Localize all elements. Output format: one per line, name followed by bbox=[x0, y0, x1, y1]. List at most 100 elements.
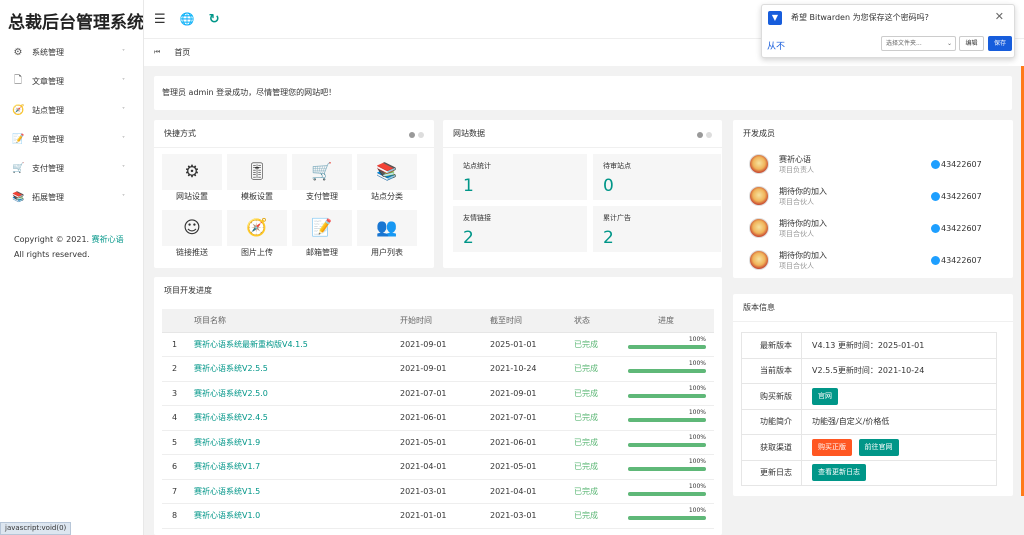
progress-percent: 100% bbox=[688, 482, 706, 490]
col-header-start: 开始时间 bbox=[400, 309, 490, 333]
shortcut-icon: 🛒 bbox=[292, 154, 352, 190]
col-header-name: 项目名称 bbox=[194, 309, 400, 333]
row-end: 2021-07-01 bbox=[490, 405, 574, 431]
never-button[interactable]: 从不 bbox=[767, 39, 785, 52]
shortcut-item[interactable]: 📚 站点分类 bbox=[357, 154, 417, 206]
shortcut-item[interactable]: 🎚 模板设置 bbox=[227, 154, 287, 206]
stat-value: 0 bbox=[603, 176, 614, 196]
chevron-down-icon: ˅ bbox=[122, 49, 125, 56]
carousel-dots[interactable] bbox=[694, 131, 712, 140]
shortcut-icon: 🧭 bbox=[227, 210, 287, 246]
view-changelog-button[interactable]: 查看更新日志 bbox=[812, 464, 866, 482]
stat-value: 1 bbox=[463, 176, 474, 196]
sidebar-item[interactable]: 📝 单页管理 ˅ bbox=[0, 125, 143, 154]
menu-toggle-icon[interactable]: ☰ bbox=[154, 12, 166, 27]
globe-icon[interactable]: 🌐 bbox=[180, 12, 195, 26]
latest-label: 最新版本 bbox=[741, 332, 802, 359]
carousel-dots[interactable] bbox=[406, 131, 424, 140]
row-no: 7 bbox=[162, 479, 194, 504]
qq-icon bbox=[931, 255, 940, 265]
member-name: 期待你的加入 bbox=[779, 186, 827, 196]
row-status: 已完成 bbox=[574, 503, 628, 529]
go-official-button[interactable]: 前往官网 bbox=[858, 438, 899, 456]
edit-button[interactable]: 编辑 bbox=[959, 36, 984, 51]
shortcut-item[interactable]: 📝 邮箱管理 bbox=[292, 210, 352, 262]
channel-label: 获取渠道 bbox=[741, 434, 802, 461]
tab-scroll-left-icon[interactable]: ⏮ bbox=[154, 48, 160, 57]
folder-select[interactable]: 选择文件夹... ⌄ bbox=[881, 36, 956, 51]
member-row: 期待你的加入 项目合伙人 43422607 bbox=[733, 180, 1013, 212]
team-title: 开发成员 bbox=[743, 129, 775, 138]
version-table: 最新版本 V4.13 更新时间：2025-01-01 当前版本 V2.5.5更新… bbox=[741, 332, 997, 486]
sidebar-item[interactable]: 🗋 文章管理 ˅ bbox=[0, 67, 143, 96]
row-status: 已完成 bbox=[574, 430, 628, 455]
sidebar-item[interactable]: 🧭 站点管理 ˅ bbox=[0, 96, 143, 125]
row-status: 已完成 bbox=[574, 381, 628, 406]
project-name-link[interactable]: 赛祈心语系统V2.4.5 bbox=[194, 405, 400, 431]
copyright-link[interactable]: 赛祈心语 bbox=[92, 235, 124, 244]
table-row: 6 赛祈心语系统V1.7 2021-04-01 2021-05-01 已完成 1… bbox=[162, 454, 714, 480]
row-start: 2021-04-01 bbox=[400, 454, 490, 480]
progress-bar-fill bbox=[628, 418, 706, 423]
refresh-icon[interactable]: ↻ bbox=[209, 12, 220, 27]
version-row: 更新日志 查看更新日志 bbox=[741, 460, 997, 486]
project-name-link[interactable]: 赛祈心语系统V1.5 bbox=[194, 479, 400, 504]
project-name-link[interactable]: 赛祈心语系统最新重构版V4.1.5 bbox=[194, 332, 400, 357]
member-role: 项目合伙人 bbox=[779, 261, 814, 270]
member-row: 期待你的加入 项目合伙人 43422607 bbox=[733, 212, 1013, 244]
project-name-link[interactable]: 赛祈心语系统V1.7 bbox=[194, 454, 400, 480]
member-row: 赛祈心语 项目负责人 43422607 bbox=[733, 148, 1013, 180]
shortcut-item[interactable]: ⚙ 网站设置 bbox=[162, 154, 222, 206]
shortcut-item[interactable]: ☺ 链接推送 bbox=[162, 210, 222, 262]
row-start: 2021-01-01 bbox=[400, 503, 490, 529]
close-icon[interactable]: ✕ bbox=[995, 10, 1004, 23]
stat-label: 友情链接 bbox=[463, 214, 491, 222]
project-name-link[interactable]: 赛祈心语系统V1.9 bbox=[194, 430, 400, 455]
chevron-down-icon: ˅ bbox=[122, 194, 125, 201]
member-qq[interactable]: 43422607 bbox=[931, 159, 982, 169]
progress-bar: 100% bbox=[628, 336, 706, 349]
sidebar-item[interactable]: 🛒 支付管理 ˅ bbox=[0, 154, 143, 183]
shortcuts-card: 快捷方式 ⚙ 网站设置 🎚 模板设置 🛒 支付管理 📚 站点分类 ☺ 链接推送 … bbox=[154, 120, 434, 268]
row-start: 2021-03-01 bbox=[400, 479, 490, 504]
buy-genuine-button[interactable]: 购买正版 bbox=[812, 438, 852, 456]
sidebar-item[interactable]: ⚙ 系统管理 ˅ bbox=[0, 38, 143, 67]
row-status: 已完成 bbox=[574, 332, 628, 357]
shortcut-item[interactable]: 🧭 图片上传 bbox=[227, 210, 287, 262]
member-qq[interactable]: 43422607 bbox=[931, 191, 982, 201]
member-qq[interactable]: 43422607 bbox=[931, 223, 982, 233]
member-qq[interactable]: 43422607 bbox=[931, 255, 982, 265]
table-row: 4 赛祈心语系统V2.4.5 2021-06-01 2021-07-01 已完成… bbox=[162, 405, 714, 431]
version-row: 当前版本 V2.5.5更新时间：2021-10-24 bbox=[741, 358, 997, 384]
progress-percent: 100% bbox=[688, 335, 706, 343]
team-card: 开发成员 赛祈心语 项目负责人 43422607 期待你的加入 项目合伙人 43… bbox=[733, 120, 1013, 278]
tab-home[interactable]: 首页 bbox=[174, 47, 190, 58]
col-header-progress: 进度 bbox=[628, 309, 714, 333]
shortcut-item[interactable]: 👥 用户列表 bbox=[357, 210, 417, 262]
shortcut-item[interactable]: 🛒 支付管理 bbox=[292, 154, 352, 206]
progress-percent: 100% bbox=[688, 384, 706, 392]
row-no: 3 bbox=[162, 381, 194, 406]
sidebar-item[interactable]: 📚 拓展管理 ˅ bbox=[0, 183, 143, 212]
progress-bar: 100% bbox=[628, 360, 706, 374]
member-qq-number: 43422607 bbox=[941, 223, 982, 233]
progress-bar-fill bbox=[628, 516, 706, 521]
row-status: 已完成 bbox=[574, 405, 628, 431]
sidebar: 总裁后台管理系统 ⚙ 系统管理 ˅ 🗋 文章管理 ˅ 🧭 站点管理 ˅ 📝 单页… bbox=[0, 0, 144, 535]
stat-tile: 站点统计 1 bbox=[453, 154, 587, 200]
project-name-link[interactable]: 赛祈心语系统V1.0 bbox=[194, 503, 400, 529]
sidebar-item-label: 文章管理 bbox=[32, 77, 64, 86]
official-site-button[interactable]: 官网 bbox=[812, 387, 838, 405]
table-row: 2 赛祈心语系统V2.5.5 2021-09-01 2021-10-24 已完成… bbox=[162, 356, 714, 382]
project-name-link[interactable]: 赛祈心语系统V2.5.0 bbox=[194, 381, 400, 406]
shortcut-icon: 📝 bbox=[292, 210, 352, 246]
save-button[interactable]: 保存 bbox=[988, 36, 1012, 51]
avatar bbox=[749, 154, 769, 174]
current-label: 当前版本 bbox=[741, 358, 802, 384]
table-row: 1 赛祈心语系统最新重构版V4.1.5 2021-09-01 2025-01-0… bbox=[162, 332, 714, 357]
table-row: 8 赛祈心语系统V1.0 2021-01-01 2021-03-01 已完成 1… bbox=[162, 503, 714, 529]
member-name: 期待你的加入 bbox=[779, 250, 827, 260]
row-end: 2021-09-01 bbox=[490, 381, 574, 406]
project-name-link[interactable]: 赛祈心语系统V2.5.5 bbox=[194, 356, 400, 382]
row-end: 2021-05-01 bbox=[490, 454, 574, 480]
